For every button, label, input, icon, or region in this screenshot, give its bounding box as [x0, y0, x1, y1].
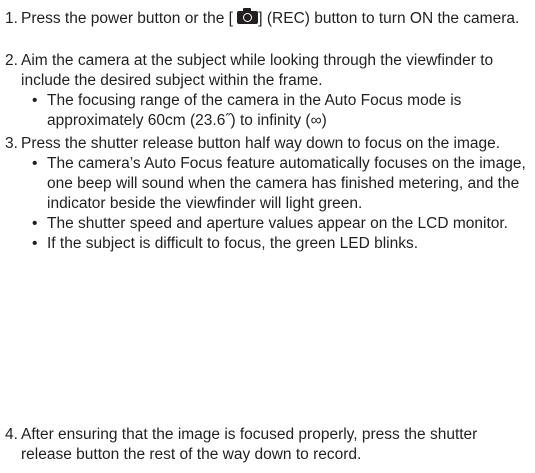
manual-page: 1. Press the power button or the [ ] (RE… — [0, 0, 535, 473]
bullet-marker: • — [32, 235, 38, 252]
bullet-text: The focusing range of the camera in the … — [47, 92, 462, 129]
step-text: After ensuring that the image is focused… — [21, 426, 478, 463]
step-text: Press the shutter release button half wa… — [21, 135, 501, 152]
bullet-item: • The focusing range of the camera in th… — [21, 91, 528, 131]
bullet-marker: • — [32, 215, 38, 232]
camera-icon — [237, 8, 259, 24]
step-text-start: Press the power button or the [ — [21, 10, 238, 27]
step-text: Press the power button or the [ ] (REC) … — [21, 8, 528, 29]
step-number: 1. — [5, 10, 18, 27]
step-body: Aim the camera at the subject while look… — [21, 51, 528, 131]
bullet-item: • If the subject is difficult to focus, … — [21, 234, 528, 254]
step-number: 4. — [5, 426, 18, 443]
bullet-marker: • — [32, 92, 38, 109]
bullet-item: • The shutter speed and aperture values … — [21, 214, 528, 234]
step-body: Press the shutter release button half wa… — [21, 134, 528, 254]
bullet-text: If the subject is difficult to focus, th… — [47, 235, 419, 252]
step-number: 3. — [5, 135, 18, 152]
bullet-text: The camera’s Auto Focus feature automati… — [47, 155, 526, 212]
step-number: 2. — [5, 52, 18, 69]
bullet-marker: • — [32, 155, 38, 172]
step-text: Aim the camera at the subject while look… — [21, 52, 494, 89]
step-text-end: ] (REC) button to turn ON the camera. — [258, 10, 520, 27]
bullet-text: The shutter speed and aperture values ap… — [47, 215, 508, 232]
bullet-item: • The camera’s Auto Focus feature automa… — [21, 154, 528, 214]
